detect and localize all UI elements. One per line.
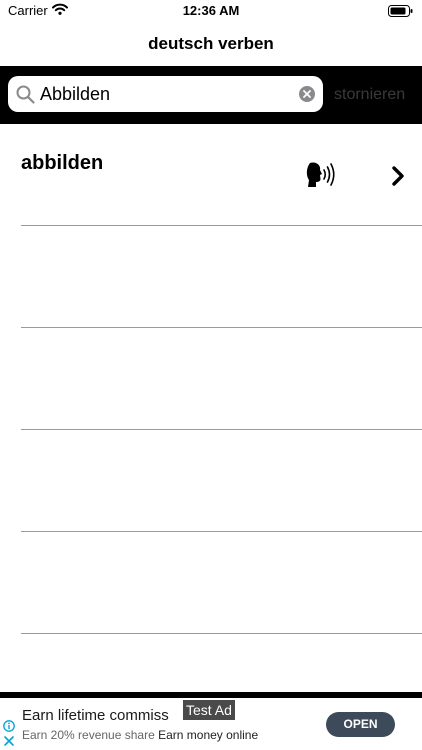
ad-body-suffix: Earn money online	[158, 728, 259, 742]
ad-close-icon[interactable]	[3, 735, 15, 747]
ad-info-icon[interactable]	[3, 720, 15, 732]
empty-row	[0, 226, 422, 328]
cancel-button[interactable]: stornieren	[334, 86, 405, 104]
search-field[interactable]	[8, 76, 323, 112]
empty-row	[0, 328, 422, 430]
ad-headline: Earn lifetime commiss	[22, 707, 169, 724]
ad-body-prefix: Earn 20% revenue share	[22, 728, 155, 742]
battery-icon	[388, 5, 413, 17]
empty-row	[0, 430, 422, 532]
clear-search-icon[interactable]	[299, 86, 315, 102]
empty-row	[0, 532, 422, 634]
status-time: 12:36 AM	[182, 3, 240, 18]
navigation-bar: deutsch verben	[0, 22, 422, 66]
speak-icon[interactable]	[306, 161, 336, 189]
ad-body-text: Earn 20% revenue share Earn money online	[22, 728, 258, 742]
test-ad-badge: Test Ad	[183, 700, 235, 720]
row-divider	[21, 633, 422, 634]
status-bar: Carrier 12:36 AM	[0, 0, 422, 22]
chevron-right-icon[interactable]	[390, 166, 406, 186]
search-bar: stornieren	[0, 66, 422, 124]
result-list: abbilden	[0, 124, 422, 692]
ad-open-button[interactable]: OPEN	[326, 712, 395, 737]
search-input[interactable]	[40, 76, 295, 112]
search-icon	[16, 85, 35, 104]
verb-label: abbilden	[21, 152, 104, 174]
list-item[interactable]: abbilden	[0, 124, 422, 226]
page-title: deutsch verben	[148, 34, 274, 53]
